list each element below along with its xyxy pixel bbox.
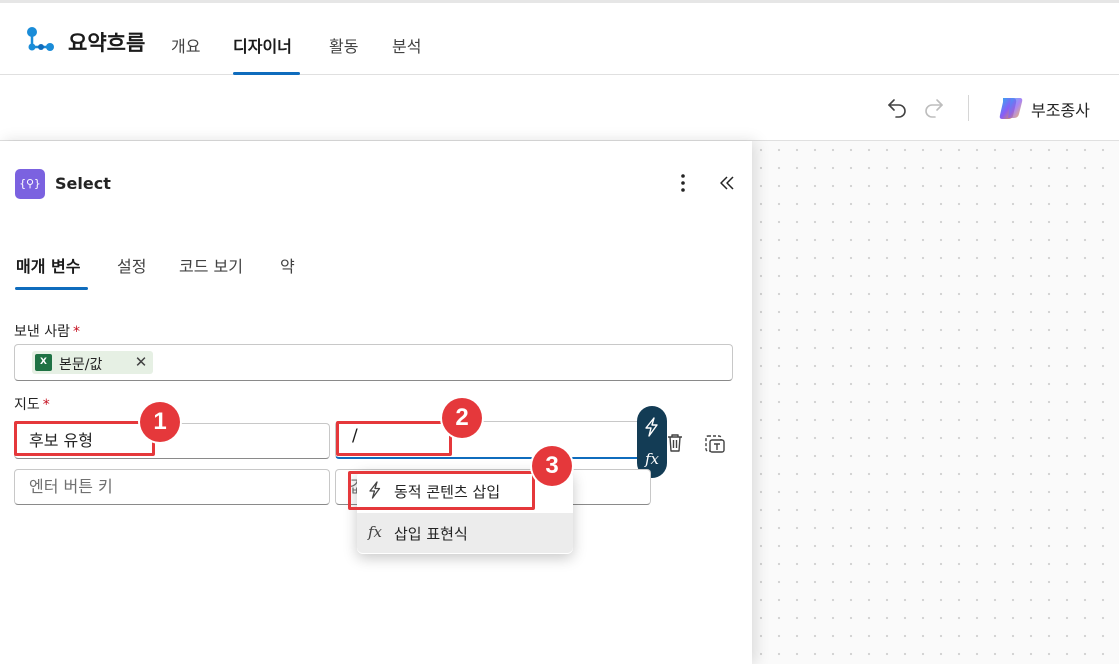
tab-about[interactable]: 약 [280,253,295,277]
annotation-badge-1: 1 [140,402,180,442]
tab-designer[interactable]: 디자이너 [233,33,292,57]
value-text: / [352,426,358,446]
required-mark: * [72,324,80,340]
tab-analytics[interactable]: 분석 [392,33,421,57]
tab-overview[interactable]: 개요 [171,33,200,57]
required-mark: * [42,397,50,413]
tab-activity[interactable]: 활동 [329,33,358,57]
delete-icon[interactable] [664,432,686,454]
fx-icon[interactable]: fx [641,448,663,470]
map-key-input-2[interactable]: 엔터 버튼 키 [14,469,330,505]
map-value-input-1[interactable]: / [335,421,651,459]
more-options-icon[interactable] [672,171,694,195]
map-field-label: 지도 * [14,394,50,414]
from-label-text: 보낸 사람 [14,324,70,340]
redo-icon[interactable] [922,95,946,119]
insert-menu: 동적 콘텐츠 삽입 fx 삽입 표현식 [357,471,573,554]
token-label: 본문/값 [59,357,103,373]
lightning-icon [369,481,381,499]
tab-code-view[interactable]: 코드 보기 [179,253,243,277]
undo-icon[interactable] [885,95,909,119]
top-bar: 요약흐름 개요 디자이너 활동 분석 [0,0,1119,75]
annotation-badge-2: 2 [442,398,482,438]
tab-settings[interactable]: 설정 [117,253,146,277]
select-action-icon: {⚲} [15,169,45,199]
flow-logo-icon [27,27,54,51]
excel-icon: X [35,354,52,371]
menu-item-label: 삽입 표현식 [394,525,468,543]
lightning-icon[interactable] [641,416,663,438]
app-title: 요약흐름 [68,31,146,55]
close-icon[interactable]: ✕ [132,351,150,373]
panel-tab-indicator [15,287,88,290]
collapse-panel-icon[interactable] [716,171,738,195]
fx-icon: fx [367,523,382,541]
from-input[interactable]: X 본문/값 ✕ [14,344,733,381]
action-config-panel: {⚲} Select 매개 변수 설정 코드 보기 약 보낸 사람 * X 본문/… [0,141,752,664]
tab-parameters[interactable]: 매개 변수 [16,253,80,277]
toolbar-divider [968,95,969,121]
copilot-button-label[interactable]: 부조종사 [1031,97,1090,121]
insert-options-pill: fx [637,406,667,478]
panel-title: Select [55,174,111,193]
flow-canvas[interactable] [752,141,1119,664]
switch-to-text-icon[interactable] [703,431,727,455]
menu-item-insert-expression[interactable]: fx 삽입 표현식 [357,513,573,553]
copilot-icon[interactable] [997,94,1025,122]
annotation-badge-3: 3 [532,446,572,486]
designer-toolbar: 부조종사 [0,75,1119,141]
from-field-label: 보낸 사람 * [14,321,80,341]
map-label-text: 지도 [14,397,40,413]
dynamic-token[interactable]: X 본문/값 ✕ [32,351,153,374]
menu-item-label: 동적 콘텐츠 삽입 [394,483,501,501]
